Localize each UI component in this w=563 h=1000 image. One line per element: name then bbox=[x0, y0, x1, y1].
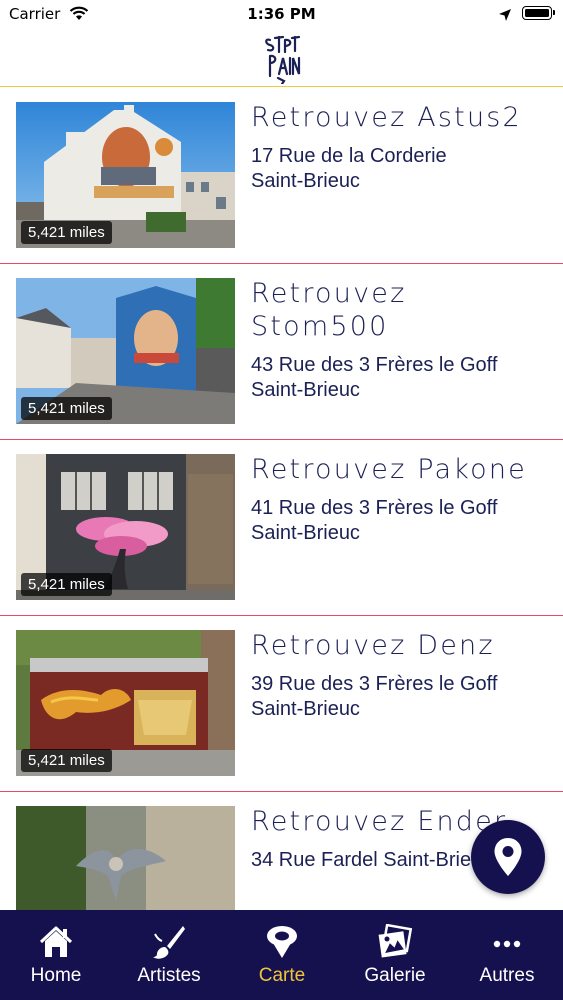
artist-title: Retrouvez Stom500 bbox=[251, 278, 407, 342]
artwork-list[interactable]: 5,421 miles Retrouvez Astus2 17 Rue de l… bbox=[0, 88, 563, 910]
address-line: 43 Rue des 3 Frères le Goff bbox=[251, 354, 498, 376]
list-item[interactable]: 5,421 miles Retrouvez Denz 39 Rue des 3 … bbox=[0, 616, 563, 792]
tab-bar: Home Artistes Carte Galerie Autres bbox=[0, 910, 563, 1000]
street-paint-logo bbox=[262, 32, 302, 88]
clock: 1:36 PM bbox=[247, 5, 316, 23]
artwork-photo bbox=[16, 806, 235, 910]
artwork-photo: 5,421 miles bbox=[16, 278, 235, 424]
city-line: Saint-Brieuc bbox=[251, 522, 360, 544]
map-location-button[interactable] bbox=[471, 820, 545, 894]
map-pin-icon bbox=[494, 838, 522, 876]
city-line: Saint-Brieuc bbox=[251, 170, 360, 192]
tab-label: Artistes bbox=[137, 965, 201, 986]
tab-label: Carte bbox=[258, 965, 306, 986]
artwork-photo: 5,421 miles bbox=[16, 454, 235, 600]
tab-galerie[interactable]: Galerie bbox=[339, 910, 451, 1000]
map-pin-icon bbox=[226, 924, 338, 960]
list-item[interactable]: 5,421 miles Retrouvez Stom500 43 Rue des… bbox=[0, 264, 563, 440]
address-line: 17 Rue de la Corderie bbox=[251, 145, 447, 167]
paintbrush-icon bbox=[113, 924, 225, 960]
gallery-icon bbox=[339, 924, 451, 960]
tab-label: Galerie bbox=[364, 965, 426, 986]
more-icon bbox=[451, 924, 563, 960]
artwork-photo: 5,421 miles bbox=[16, 102, 235, 248]
artwork-photo: 5,421 miles bbox=[16, 630, 235, 776]
list-item[interactable]: 5,421 miles Retrouvez Astus2 17 Rue de l… bbox=[0, 88, 563, 264]
tab-home[interactable]: Home bbox=[0, 910, 112, 1000]
location-arrow-icon bbox=[498, 7, 512, 26]
list-item[interactable]: 5,421 miles Retrouvez Pakone 41 Rue des … bbox=[0, 440, 563, 616]
distance-badge: 5,421 miles bbox=[21, 749, 112, 772]
city-line: Saint-Brieuc bbox=[251, 698, 360, 720]
city-line: Saint-Brieuc bbox=[251, 379, 360, 401]
home-icon bbox=[0, 924, 112, 960]
distance-badge: 5,421 miles bbox=[21, 221, 112, 244]
tab-label: Autres bbox=[479, 965, 535, 986]
address-line: 39 Rue des 3 Frères le Goff bbox=[251, 673, 498, 695]
tab-artistes[interactable]: Artistes bbox=[113, 910, 225, 1000]
address-line: 41 Rue des 3 Frères le Goff bbox=[251, 497, 498, 519]
artist-title: Retrouvez Pakone bbox=[251, 454, 527, 485]
tab-autres[interactable]: Autres bbox=[451, 910, 563, 1000]
distance-badge: 5,421 miles bbox=[21, 397, 112, 420]
status-bar: Carrier 1:36 PM bbox=[0, 0, 563, 30]
artist-title: Retrouvez Denz bbox=[251, 630, 495, 661]
tab-label: Home bbox=[30, 965, 82, 986]
nav-header bbox=[0, 30, 563, 87]
artist-title: Retrouvez Astus2 bbox=[251, 102, 522, 133]
tab-carte[interactable]: Carte bbox=[226, 910, 338, 1000]
distance-badge: 5,421 miles bbox=[21, 573, 112, 596]
battery-icon bbox=[522, 6, 555, 20]
